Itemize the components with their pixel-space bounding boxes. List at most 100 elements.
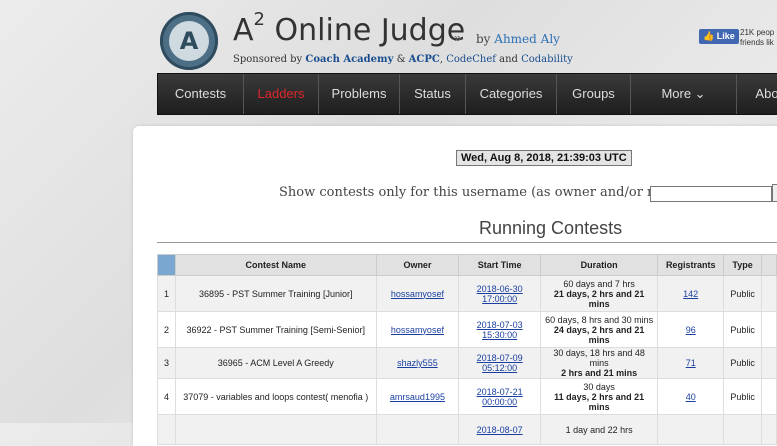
duration-total: 30 days, 18 hrs and 48 mins — [553, 348, 645, 368]
sponsor-line: Sponsored by Coach Academy & ACPC, CodeC… — [233, 54, 573, 65]
duration-cell: 60 days, 8 hrs and 30 mins 24 days, 2 hrs… — [539, 311, 659, 348]
owner-cell: hossamyosef — [375, 311, 460, 348]
nav-more-dropdown[interactable]: More ⌄ — [631, 74, 737, 114]
type-cell: Public — [723, 347, 763, 379]
extra-cell — [761, 414, 777, 445]
sponsor-and: and — [495, 54, 522, 65]
registrants-link[interactable]: 71 — [686, 358, 696, 368]
sponsor-codechef[interactable]: CodeChef — [446, 54, 496, 65]
duration-total: 60 days and 7 hrs — [563, 278, 635, 289]
author-link[interactable]: Ahmed Aly — [494, 32, 560, 46]
extra-cell — [761, 347, 777, 379]
contest-name-link[interactable]: 36965 - ACM Level A Greedy — [174, 347, 377, 379]
header-owner[interactable]: Owner — [375, 254, 460, 276]
start-date: 2018-07-21 — [476, 386, 523, 397]
duration-total: 60 days, 8 hrs and 30 mins — [545, 314, 654, 325]
start-time-cell: 2018-07-03 15:30:00 — [458, 311, 541, 348]
contest-name-link[interactable]: 37079 - variables and loops contest( men… — [174, 378, 377, 415]
nav-categories[interactable]: Categories — [466, 74, 557, 114]
contest-name-link[interactable]: 36895 - PST Summer Training [Junior] — [174, 275, 377, 312]
duration-cell: 1 day and 22 hrs — [539, 414, 659, 445]
registrants-cell: 71 — [657, 347, 725, 379]
duration-cell: 30 days 11 days, 2 hrs and 21 mins — [539, 378, 659, 415]
start-time-link[interactable]: 2018-07-03 15:30:00 — [477, 320, 523, 340]
owner-link[interactable]: hossamyosef — [391, 289, 444, 299]
header-contest-name[interactable]: Contest Name — [174, 254, 377, 276]
sponsor-coach-academy[interactable]: Coach Academy — [305, 54, 393, 65]
registrants-link[interactable]: 40 — [686, 392, 696, 402]
nav-groups[interactable]: Groups — [557, 74, 631, 114]
start-date: 2018-08-07 — [476, 424, 523, 435]
owner-link[interactable]: shazly555 — [397, 358, 438, 368]
contest-name-link[interactable]: 36922 - PST Summer Training [Semi-Senior… — [174, 311, 377, 348]
contest-name-link[interactable] — [174, 414, 377, 445]
registrants-cell: 40 — [657, 378, 725, 415]
title-rest: Online Judge — [264, 13, 466, 48]
facebook-like-count: 21K peop friends lik — [740, 28, 774, 48]
running-contests-heading: Running Contests — [479, 218, 623, 238]
owner-link[interactable]: hossamyosef — [391, 325, 444, 335]
owner-cell: shazly555 — [375, 347, 460, 379]
duration-total: 1 day and 22 hrs — [565, 424, 633, 435]
table-row: 1 36895 - PST Summer Training [Junior] h… — [157, 275, 777, 312]
nav-about[interactable]: Abo — [737, 74, 777, 114]
nav-problems[interactable]: Problems — [319, 74, 400, 114]
filter-submit-button[interactable] — [772, 184, 777, 202]
start-date: 2018-07-03 — [476, 319, 523, 330]
table-row: 2018-08-07 1 day and 22 hrs — [157, 414, 777, 445]
sponsor-codability[interactable]: Codability — [521, 54, 573, 65]
start-time-link[interactable]: 2018-06-30 17:00:00 — [477, 284, 523, 304]
nav-ladders[interactable]: Ladders — [244, 74, 319, 114]
start-time-link[interactable]: 2018-08-07 — [477, 425, 523, 435]
site-title[interactable]: A2 Online Judge — [233, 9, 466, 48]
extra-cell — [761, 311, 777, 348]
registrants-link[interactable]: 96 — [686, 325, 696, 335]
duration-remaining-cont: mins — [588, 334, 610, 345]
username-filter-input[interactable] — [650, 186, 772, 202]
start-time-link[interactable]: 2018-07-09 05:12:00 — [477, 353, 523, 373]
extra-cell — [761, 275, 777, 312]
type-cell: Public — [723, 311, 763, 348]
header-type[interactable]: Type — [723, 254, 763, 276]
row-number: 2 — [157, 311, 176, 348]
duration-remaining-cont: mins — [588, 298, 610, 309]
duration-cell: 60 days and 7 hrs 21 days, 2 hrs and 21 mi… — [539, 275, 659, 312]
row-number — [157, 414, 176, 445]
table-row: 2 36922 - PST Summer Training [Semi-Seni… — [157, 311, 777, 348]
header-duration[interactable]: Duration — [539, 254, 659, 276]
byline: by Ahmed Aly — [476, 32, 560, 46]
nav-contests[interactable]: Contests — [158, 74, 244, 114]
type-cell: Public — [723, 378, 763, 415]
header-start-time[interactable]: Start Time — [458, 254, 541, 276]
raquo-separator: » — [454, 30, 462, 45]
start-clock: 05:12:00 — [482, 363, 518, 373]
facebook-like-button[interactable]: 👍 Like — [699, 29, 739, 44]
sponsor-amp: & — [393, 54, 409, 65]
title-prefix: A — [233, 13, 254, 48]
start-time-link[interactable]: 2018-07-21 00:00:00 — [477, 387, 523, 407]
start-clock: 00:00:00 — [482, 396, 518, 407]
start-time-cell: 2018-07-09 05:12:00 — [458, 347, 541, 379]
start-clock: 15:30:00 — [482, 329, 518, 340]
duration-remaining: 24 days, 2 hrs and 21 — [553, 324, 645, 335]
registrants-cell: 142 — [657, 275, 725, 312]
site-logo[interactable]: A — [160, 12, 218, 70]
logo-letter: A — [169, 21, 209, 61]
sponsor-acpc[interactable]: ACPC — [409, 54, 440, 65]
fb-like-label: Like — [716, 31, 735, 41]
registrants-link[interactable]: 142 — [683, 289, 698, 299]
thumbs-up-icon: 👍 — [703, 31, 715, 41]
nav-status[interactable]: Status — [400, 74, 466, 114]
table-row: 3 36965 - ACM Level A Greedy shazly555 2… — [157, 347, 777, 379]
owner-link[interactable]: amrsaud1995 — [390, 392, 445, 402]
duration-total: 30 days — [583, 381, 615, 392]
extra-cell — [761, 378, 777, 415]
header-extra — [761, 254, 777, 276]
owner-cell: hossamyosef — [375, 275, 460, 312]
start-time-cell: 2018-06-30 17:00:00 — [458, 275, 541, 312]
title-sup: 2 — [253, 9, 265, 30]
duration-cell: 30 days, 18 hrs and 48 mins 2 hrs and 21 … — [539, 347, 659, 379]
running-contests-table: Contest Name Owner Start Time Duration R… — [157, 254, 777, 445]
fb-count-line-1: 21K peop — [740, 28, 775, 37]
header-registrants[interactable]: Registrants — [657, 254, 725, 276]
